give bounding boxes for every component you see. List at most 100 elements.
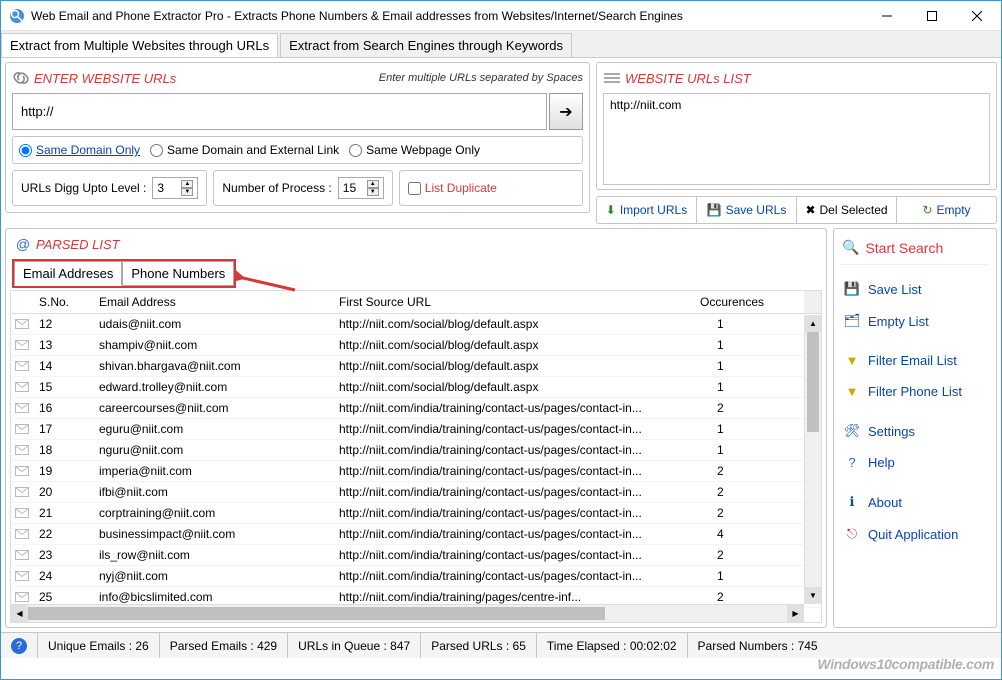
empty-list-button[interactable]: 🗂Empty List: [840, 305, 990, 337]
scroll-down-icon[interactable]: ▼: [805, 587, 821, 604]
horizontal-scrollbar[interactable]: ◀ ▶: [11, 604, 804, 622]
table-row[interactable]: 22businessimpact@niit.comhttp://niit.com…: [11, 524, 821, 545]
status-urls-queue: URLs in Queue : 847: [288, 633, 421, 658]
process-count-label: Number of Process :: [222, 181, 331, 195]
window-title: Web Email and Phone Extractor Pro - Extr…: [31, 9, 864, 23]
cell-url: http://niit.com/india/training/contact-u…: [333, 485, 711, 499]
import-urls-button[interactable]: ⬇Import URLs: [597, 197, 697, 223]
envelope-icon: [11, 403, 33, 413]
table-row[interactable]: 23ils_row@niit.comhttp://niit.com/india/…: [11, 545, 821, 566]
cell-url: http://niit.com/social/blog/default.aspx: [333, 380, 711, 394]
radio-same-domain[interactable]: Same Domain Only: [19, 143, 140, 157]
col-email[interactable]: Email Address: [93, 291, 333, 313]
scroll-thumb-h[interactable]: [28, 607, 605, 620]
tab-extract-keywords[interactable]: Extract from Search Engines through Keyw…: [280, 33, 572, 57]
cell-email: nyj@niit.com: [93, 569, 333, 583]
help-button[interactable]: ?Help: [840, 447, 990, 478]
filter-email-button[interactable]: ▼Filter Email List: [840, 345, 990, 376]
table-row[interactable]: 19imperia@niit.comhttp://niit.com/india/…: [11, 461, 821, 482]
enter-urls-title: ENTER WEBSITE URLs: [34, 71, 176, 86]
quit-button[interactable]: ⎋Quit Application: [840, 518, 990, 550]
scope-radio-group: Same Domain Only Same Domain and Externa…: [12, 136, 583, 164]
table-row[interactable]: 21corptraining@niit.comhttp://niit.com/i…: [11, 503, 821, 524]
cell-sno: 18: [33, 443, 93, 457]
titlebar: Web Email and Phone Extractor Pro - Extr…: [1, 1, 1001, 31]
delete-selected-button[interactable]: ✖Del Selected: [797, 197, 897, 223]
digg-level-spinner[interactable]: 3▲▼: [152, 177, 198, 199]
list-icon: [603, 69, 621, 87]
parsed-tabs-highlight: Email Addreses Phone Numbers: [12, 259, 236, 288]
scroll-left-icon[interactable]: ◀: [11, 605, 28, 622]
list-duplicate-checkbox[interactable]: List Duplicate: [408, 181, 497, 195]
cell-sno: 15: [33, 380, 93, 394]
scroll-right-icon[interactable]: ▶: [787, 605, 804, 622]
cell-url: http://niit.com/social/blog/default.aspx: [333, 338, 711, 352]
process-count-box: Number of Process : 15▲▼: [213, 170, 392, 206]
save-list-button[interactable]: 💾Save List: [840, 273, 990, 305]
col-icon[interactable]: [11, 291, 33, 313]
start-search-button[interactable]: 🔍Start Search: [840, 235, 990, 265]
cell-email: shivan.bhargava@niit.com: [93, 359, 333, 373]
col-occurences[interactable]: Occurences: [694, 291, 804, 313]
envelope-icon: [11, 382, 33, 392]
funnel-icon: ▼: [844, 353, 860, 368]
process-count-spinner[interactable]: 15▲▼: [338, 177, 384, 199]
table-row[interactable]: 12udais@niit.comhttp://niit.com/social/b…: [11, 314, 821, 335]
at-icon: @: [14, 235, 32, 253]
envelope-icon: [11, 361, 33, 371]
scroll-thumb[interactable]: [807, 332, 819, 432]
table-row[interactable]: 18nguru@niit.comhttp://niit.com/india/tr…: [11, 440, 821, 461]
envelope-icon: [11, 508, 33, 518]
list-item[interactable]: http://niit.com: [610, 98, 983, 112]
actions-sidebar: 🔍Start Search 💾Save List 🗂Empty List ▼Fi…: [833, 228, 997, 628]
cell-email: businessimpact@niit.com: [93, 527, 333, 541]
about-button[interactable]: ℹAbout: [840, 486, 990, 518]
cell-sno: 19: [33, 464, 93, 478]
table-row[interactable]: 15edward.trolley@niit.comhttp://niit.com…: [11, 377, 821, 398]
scroll-up-icon[interactable]: ▲: [805, 315, 821, 332]
watermark: Windows10compatible.com: [817, 656, 994, 672]
radio-same-external[interactable]: Same Domain and External Link: [150, 143, 339, 157]
tab-phone-numbers[interactable]: Phone Numbers: [122, 261, 234, 286]
cell-email: nguru@niit.com: [93, 443, 333, 457]
table-row[interactable]: 14shivan.bhargava@niit.comhttp://niit.co…: [11, 356, 821, 377]
delete-icon: ✖: [805, 203, 815, 217]
vertical-scrollbar[interactable]: ▲ ▼: [804, 315, 821, 604]
go-button[interactable]: ➔: [549, 93, 583, 130]
radio-same-page[interactable]: Same Webpage Only: [349, 143, 480, 157]
col-sno[interactable]: S.No.: [33, 291, 93, 313]
cell-url: http://niit.com/social/blog/default.aspx: [333, 359, 711, 373]
close-button[interactable]: [954, 2, 999, 30]
urls-listbox[interactable]: http://niit.com: [603, 93, 990, 185]
status-unique-emails: Unique Emails : 26: [38, 633, 160, 658]
envelope-icon: [11, 571, 33, 581]
help-icon: ?: [844, 455, 860, 470]
cell-url: http://niit.com/social/blog/default.aspx: [333, 317, 711, 331]
table-row[interactable]: 20ifbi@niit.comhttp://niit.com/india/tra…: [11, 482, 821, 503]
save-urls-button[interactable]: 💾Save URLs: [697, 197, 797, 223]
status-help-icon[interactable]: ?: [1, 633, 38, 658]
save-icon: 💾: [844, 281, 860, 297]
minimize-button[interactable]: [864, 2, 909, 30]
maximize-button[interactable]: [909, 2, 954, 30]
table-row[interactable]: 17eguru@niit.comhttp://niit.com/india/tr…: [11, 419, 821, 440]
filter-phone-button[interactable]: ▼Filter Phone List: [840, 376, 990, 407]
enter-urls-panel: ENTER WEBSITE URLs Enter multiple URLs s…: [5, 62, 590, 213]
cell-sno: 13: [33, 338, 93, 352]
table-row[interactable]: 13shampiv@niit.comhttp://niit.com/social…: [11, 335, 821, 356]
tab-extract-urls[interactable]: Extract from Multiple Websites through U…: [1, 33, 278, 57]
statusbar: ? Unique Emails : 26 Parsed Emails : 429…: [1, 632, 1001, 658]
empty-button[interactable]: ↻Empty: [897, 197, 996, 223]
cell-url: http://niit.com/india/training/contact-u…: [333, 506, 711, 520]
settings-button[interactable]: 🛠Settings: [840, 415, 990, 447]
table-row[interactable]: 24nyj@niit.comhttp://niit.com/india/trai…: [11, 566, 821, 587]
cell-url: http://niit.com/india/training/contact-u…: [333, 443, 711, 457]
list-duplicate-box: List Duplicate: [399, 170, 583, 206]
table-row[interactable]: 16careercourses@niit.comhttp://niit.com/…: [11, 398, 821, 419]
col-url[interactable]: First Source URL: [333, 291, 694, 313]
cell-sno: 25: [33, 590, 93, 604]
cell-sno: 12: [33, 317, 93, 331]
app-icon: [9, 8, 25, 24]
url-input[interactable]: [12, 93, 547, 130]
tab-email-addresses[interactable]: Email Addreses: [14, 261, 122, 286]
